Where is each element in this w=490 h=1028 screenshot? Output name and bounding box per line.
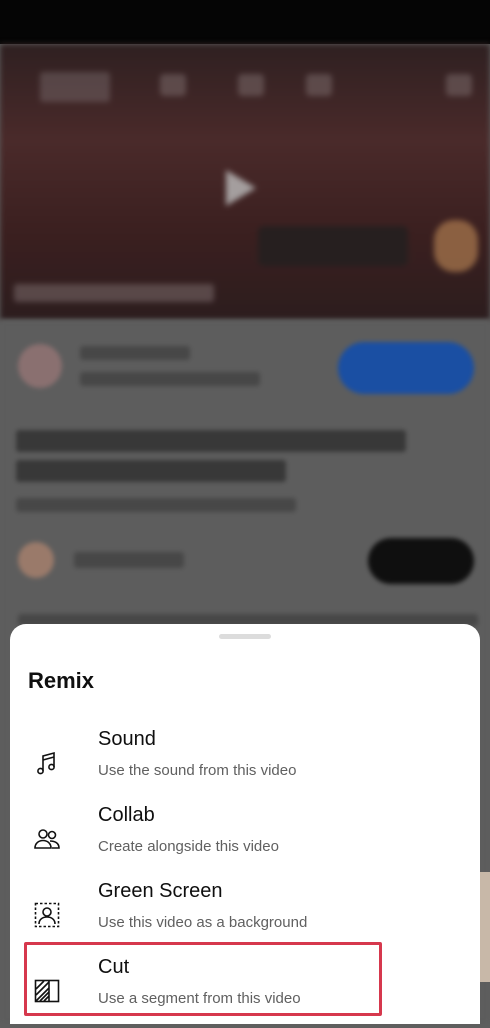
sheet-title: Remix — [28, 668, 95, 693]
video-player[interactable] — [0, 44, 490, 320]
video-meta — [16, 498, 296, 512]
remix-option-sound[interactable]: Sound Use the sound from this video — [10, 724, 480, 800]
ad-avatar — [18, 344, 62, 388]
green-screen-icon — [32, 900, 62, 930]
play-icon[interactable] — [226, 170, 256, 206]
video-tooltip — [258, 226, 408, 266]
video-timestamp — [14, 284, 214, 302]
ad-name — [80, 346, 190, 360]
channel-name[interactable] — [74, 552, 184, 568]
shop-button[interactable] — [338, 342, 474, 394]
video-avatar — [434, 220, 478, 272]
option-description: Use this video as a background — [98, 914, 308, 931]
more-icon[interactable] — [446, 74, 472, 96]
remix-option-collab[interactable]: Collab Create alongside this video — [10, 800, 480, 876]
option-label: Sound — [98, 728, 156, 750]
video-title-line-1 — [16, 430, 406, 452]
channel-avatar[interactable] — [18, 542, 54, 578]
remix-sheet: Remix Sound Use the sound from this vide… — [10, 624, 480, 1024]
settings-icon[interactable] — [306, 74, 332, 96]
cast-icon[interactable] — [160, 74, 186, 96]
cut-highlight-box — [24, 942, 382, 1016]
status-bar — [0, 0, 490, 44]
people-icon — [32, 824, 62, 854]
music-note-icon — [32, 748, 62, 778]
ad-sponsored — [80, 372, 260, 386]
option-label: Collab — [98, 804, 155, 826]
option-label: Green Screen — [98, 880, 223, 902]
captions-icon[interactable] — [238, 74, 264, 96]
video-overlay-title — [40, 72, 110, 102]
remix-option-green-screen[interactable]: Green Screen Use this video as a backgro… — [10, 876, 480, 952]
option-description: Create alongside this video — [98, 838, 279, 855]
option-description: Use the sound from this video — [98, 762, 297, 779]
subscribe-button[interactable] — [368, 538, 474, 584]
drag-handle[interactable] — [219, 634, 271, 639]
video-title-line-2 — [16, 460, 286, 482]
